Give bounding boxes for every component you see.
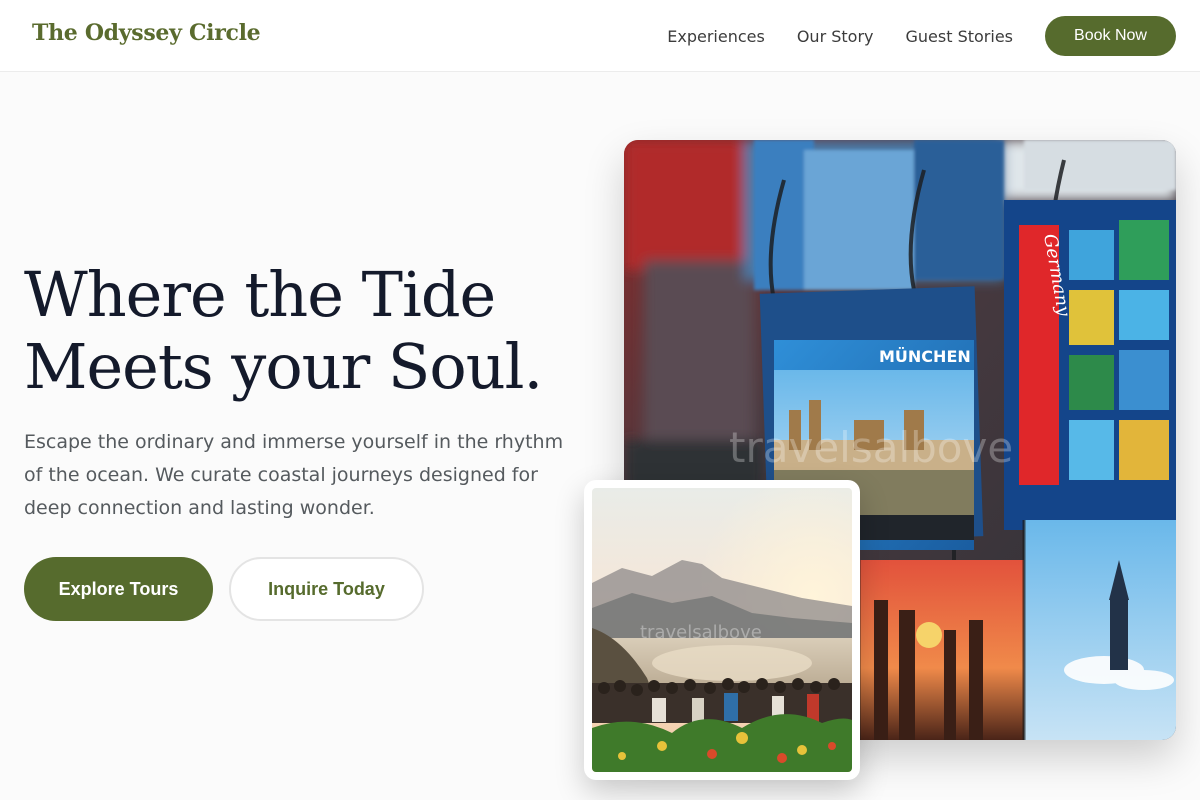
hero-title-line-1: Where the Tide	[24, 258, 496, 331]
munchen-postcard-label: MÜNCHEN	[879, 347, 971, 366]
site-header: The Odyssey Circle Experiences Our Story…	[0, 0, 1200, 72]
nav-link-our-story[interactable]: Our Story	[797, 27, 874, 46]
viewpoint-photo-card: travelsalbove	[584, 480, 860, 780]
nav-link-guest-stories[interactable]: Guest Stories	[906, 27, 1014, 46]
inset-photo-watermark: travelsalbove	[640, 622, 762, 643]
explore-tours-button[interactable]: Explore Tours	[24, 557, 213, 621]
main-photo-watermark: travelsalbove	[729, 423, 1013, 472]
book-now-button[interactable]: Book Now	[1045, 16, 1176, 56]
nav-link-experiences[interactable]: Experiences	[667, 27, 765, 46]
viewpoint-photo: travelsalbove	[592, 488, 852, 772]
hero-title: Where the Tide Meets your Soul.	[24, 259, 584, 403]
hero-subtitle: Escape the ordinary and immerse yourself…	[24, 431, 564, 519]
main-nav: Experiences Our Story Guest Stories Book…	[667, 16, 1176, 56]
hero-title-line-2: Meets your Soul.	[24, 330, 543, 403]
brand-logo[interactable]: The Odyssey Circle	[32, 20, 261, 46]
inquire-today-button[interactable]: Inquire Today	[229, 557, 424, 621]
